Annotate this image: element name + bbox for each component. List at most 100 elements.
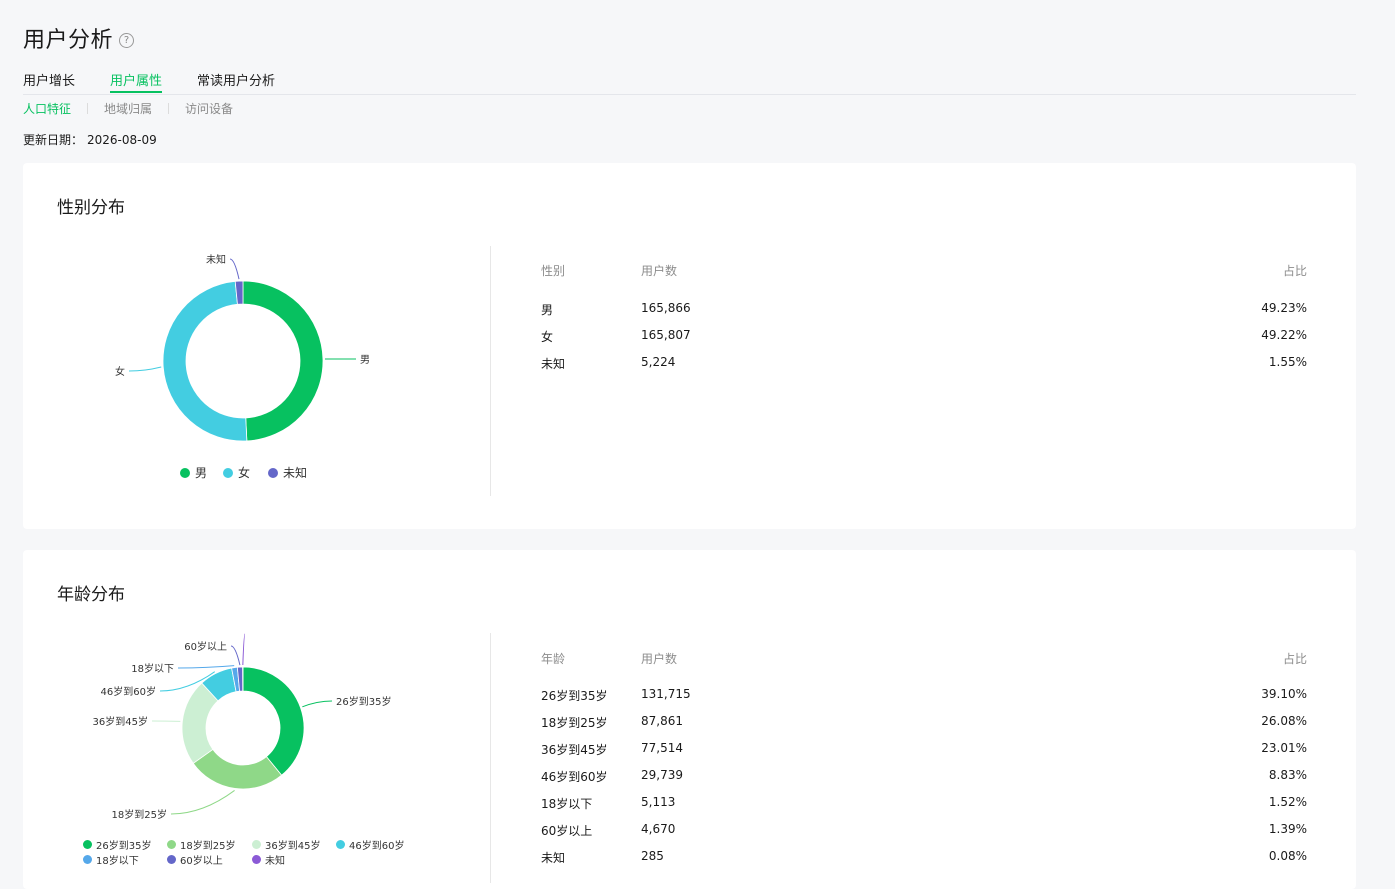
legend-item[interactable]: 46岁到60岁 (336, 837, 404, 852)
slice-label-1: 女 (115, 365, 125, 378)
legend-label: 46岁到60岁 (349, 841, 405, 852)
table-row: 未知 285 0.08% (541, 849, 1307, 867)
table-header: 性别 用户数 占比 (541, 262, 1307, 280)
cell-pct: 0.08% (1268, 849, 1307, 863)
slice-label-2: 36岁到45岁 (93, 715, 148, 728)
cell-count: 87,861 (641, 714, 683, 728)
col-users: 用户数 (641, 264, 678, 278)
subtab-device[interactable]: 访问设备 (185, 100, 233, 117)
cell-count: 77,514 (641, 741, 683, 755)
cell-name: 男 (541, 303, 554, 317)
cell-name: 18岁以下 (541, 797, 593, 811)
slice-0[interactable] (242, 666, 305, 776)
cell-name: 46岁到60岁 (541, 770, 608, 784)
sub-tabs: 人口特征 地域归属 访问设备 (23, 100, 233, 117)
gender-card: 性别分布 男女未知 男女未知 性别 用户数 占比 男 165,866 49.23… (23, 163, 1356, 529)
tab-user-growth[interactable]: 用户增长 (23, 70, 75, 93)
slice-label-1: 18岁到25岁 (112, 808, 167, 821)
subtab-region[interactable]: 地域归属 (104, 100, 152, 117)
age-card: 年龄分布 26岁到35岁 18岁到25岁 36岁到45岁 46岁到60岁 18岁以下 60… (23, 550, 1356, 889)
legend-dot-icon (268, 467, 278, 478)
slice-label-5: 60岁以上 (184, 640, 227, 653)
label-line-1 (128, 366, 162, 372)
col-percent: 占比 (1282, 652, 1307, 666)
table-row: 46岁到60岁 29,739 8.83% (541, 768, 1307, 786)
label-line-2 (229, 258, 240, 280)
legend-label: 男 (195, 466, 208, 480)
legend-label: 60岁以上 (180, 856, 223, 867)
table-header: 年龄 用户数 占比 (541, 650, 1307, 668)
slice-0[interactable] (242, 280, 324, 442)
col-percent: 占比 (1282, 264, 1307, 278)
legend-label: 未知 (283, 466, 308, 480)
cell-count: 29,739 (641, 768, 683, 782)
slice-label-3: 46岁到60岁 (101, 685, 156, 698)
cell-pct: 1.39% (1268, 822, 1307, 836)
table-row: 未知 5,224 1.55% (541, 355, 1307, 373)
label-line-6 (242, 633, 246, 666)
update-value: 2026-08-09 (87, 133, 157, 147)
legend-label: 26岁到35岁 (96, 841, 152, 852)
cell-pct: 1.52% (1268, 795, 1307, 809)
label-line-4 (177, 665, 235, 669)
cell-pct: 8.83% (1268, 768, 1307, 782)
slice-label-2: 未知 (206, 253, 226, 266)
table-row: 女 165,807 49.22% (541, 328, 1307, 346)
legend-dot-icon (83, 855, 92, 864)
cell-name: 60岁以上 (541, 824, 593, 838)
legend-item[interactable]: 未知 (252, 852, 285, 867)
legend-item[interactable]: 36岁到45岁 (252, 837, 320, 852)
legend-item[interactable]: 18岁以下 (83, 852, 139, 867)
cell-name: 18岁到25岁 (541, 716, 608, 730)
legend-dot-icon (167, 840, 176, 849)
cell-pct: 49.23% (1261, 301, 1307, 315)
legend-item[interactable]: 60岁以上 (167, 852, 223, 867)
legend-dot-icon (180, 467, 190, 478)
divider (87, 103, 89, 114)
legend-label: 18岁到25岁 (180, 841, 236, 852)
cell-name: 36岁到45岁 (541, 743, 608, 757)
page-header: 用户分析 ? (23, 22, 135, 54)
cell-name: 未知 (541, 357, 566, 371)
cell-count: 285 (641, 849, 664, 863)
cell-name: 未知 (541, 851, 566, 865)
legend-item[interactable]: 18岁到25岁 (167, 837, 235, 852)
cell-pct: 23.01% (1261, 741, 1307, 755)
legend-item[interactable]: 男 (180, 464, 207, 481)
slice-1[interactable] (162, 280, 248, 442)
subtab-demographics[interactable]: 人口特征 (23, 100, 71, 117)
table-row: 18岁以下 5,113 1.52% (541, 795, 1307, 813)
cell-pct: 39.10% (1261, 687, 1307, 701)
label-line-0 (302, 700, 333, 708)
cell-name: 女 (541, 330, 554, 344)
legend-label: 未知 (265, 856, 285, 867)
table-row: 60岁以上 4,670 1.39% (541, 822, 1307, 840)
legend-dot-icon (223, 467, 233, 478)
legend-label: 36岁到45岁 (265, 841, 321, 852)
col-age: 年龄 (541, 652, 566, 666)
legend-dot-icon (252, 855, 261, 864)
legend-dot-icon (167, 855, 176, 864)
tab-frequent-readers[interactable]: 常读用户分析 (197, 70, 275, 93)
slice-label-0: 男 (360, 354, 370, 366)
cell-count: 5,224 (641, 355, 676, 369)
help-icon[interactable]: ? (119, 32, 135, 48)
legend-item[interactable]: 未知 (268, 464, 307, 481)
divider (490, 633, 491, 883)
slice-label-0: 26岁到35岁 (336, 695, 391, 708)
page-title: 用户分析 (23, 28, 114, 53)
gender-donut-chart: 男女 未知 (115, 253, 370, 442)
slice-label-4: 18岁以下 (131, 662, 174, 675)
label-line-1 (170, 790, 235, 815)
divider (490, 246, 491, 496)
main-tabs: 用户增长 用户属性 常读用户分析 (23, 70, 1356, 95)
legend-item[interactable]: 26岁到35岁 (83, 837, 151, 852)
tab-user-attributes[interactable]: 用户属性 (110, 70, 163, 93)
table-row: 26岁到35岁 131,715 39.10% (541, 687, 1307, 705)
legend-item[interactable]: 女 (223, 464, 250, 481)
update-date: 更新日期： 2026-08-09 (23, 131, 161, 148)
label-line-5 (230, 645, 241, 666)
legend-dot-icon (336, 840, 345, 849)
cell-pct: 26.08% (1261, 714, 1307, 728)
legend-label: 18岁以下 (96, 856, 139, 867)
